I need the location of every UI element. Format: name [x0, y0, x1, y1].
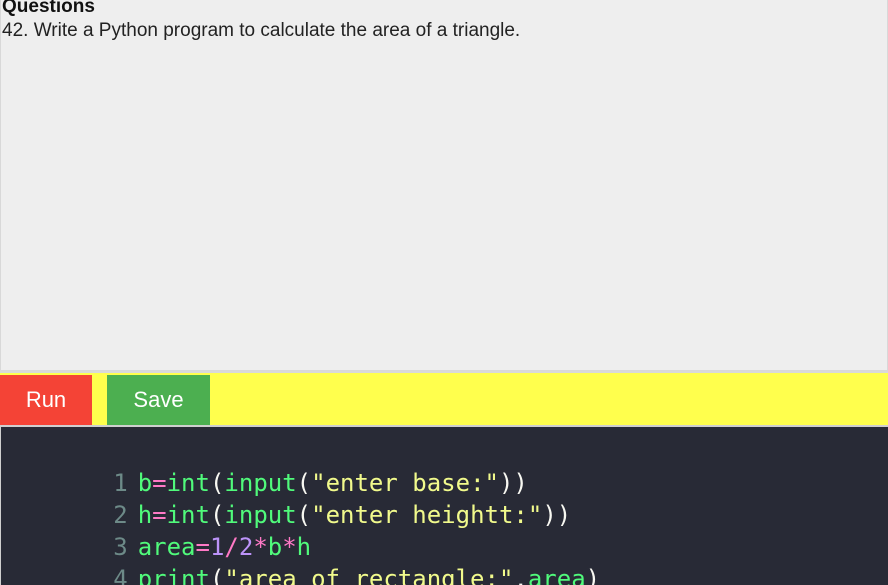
code-token: (	[209, 501, 225, 529]
code-token: area	[137, 533, 196, 561]
code-token: /	[224, 533, 239, 561]
code-token: int	[166, 501, 210, 529]
code-token: =	[195, 533, 210, 561]
code-lines: 1 b=int(input("enter base:")) 2 h=int(inpu…	[1, 435, 600, 585]
toolbar: Run Save	[0, 371, 888, 425]
code-token: (	[209, 565, 225, 585]
code-token: (	[296, 501, 312, 529]
line-number: 1	[113, 469, 128, 497]
code-token: input	[224, 469, 297, 497]
line-number: 2	[113, 501, 128, 529]
questions-heading: Questions	[2, 0, 95, 17]
code-editor[interactable]: 1 b=int(input("enter base:")) 2 h=int(inpu…	[0, 425, 888, 585]
code-token: h	[296, 533, 312, 561]
code-line[interactable]: 1 b=int(input("enter base:"))	[1, 435, 600, 497]
line-number: 3	[113, 533, 128, 561]
code-token: h	[137, 501, 153, 529]
code-token: =	[152, 501, 167, 529]
code-token: b	[137, 469, 153, 497]
code-token: b	[267, 533, 283, 561]
code-token: *	[282, 533, 297, 561]
code-token: =	[152, 469, 167, 497]
code-token: int	[166, 469, 210, 497]
code-token: (	[296, 469, 312, 497]
run-button[interactable]: Run	[0, 375, 92, 425]
code-token: ))	[498, 469, 528, 497]
questions-panel: Questions 42. Write a Python program to …	[0, 0, 888, 371]
code-token: input	[224, 501, 297, 529]
code-token: "enter heightt:"	[311, 501, 543, 529]
code-token: "enter base:"	[311, 469, 499, 497]
code-token: (	[209, 469, 225, 497]
code-token: 2	[238, 533, 254, 561]
code-token: ))	[542, 501, 572, 529]
code-token: print	[137, 565, 210, 585]
code-token: 1	[209, 533, 225, 561]
code-token: ,	[513, 565, 528, 585]
code-token: )	[585, 565, 601, 585]
code-token: "area of rectangle:"	[224, 565, 514, 585]
line-number: 4	[113, 565, 128, 585]
save-button[interactable]: Save	[107, 375, 210, 425]
code-token: *	[253, 533, 268, 561]
question-text: 42. Write a Python program to calculate …	[2, 20, 521, 41]
code-token: area	[527, 565, 586, 585]
